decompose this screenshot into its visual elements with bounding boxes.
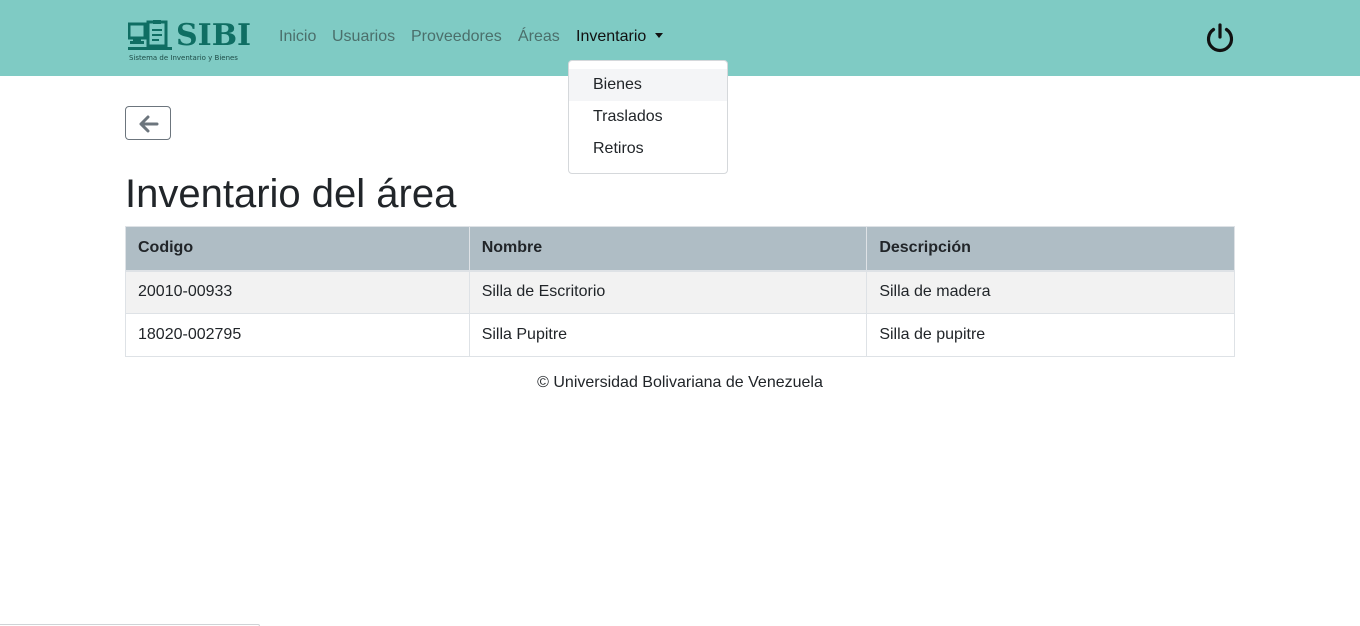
- table-header-row: Codigo Nombre Descripción: [125, 226, 1235, 272]
- caret-down-icon: [655, 33, 664, 38]
- table-row: 20010-00933 Silla de Escritorio Silla de…: [125, 270, 1235, 314]
- column-header-descripcion: Descripción: [866, 226, 1235, 272]
- cell-codigo: 18020-002795: [125, 313, 470, 357]
- footer-copyright: © Universidad Bolivariana de Venezuela: [537, 374, 823, 391]
- brand-subtitle: Sistema de Inventario y Bienes: [129, 54, 238, 62]
- power-icon[interactable]: [1203, 21, 1237, 55]
- table-row: 18020-002795 Silla Pupitre Silla de pupi…: [125, 313, 1235, 357]
- monitor-logo-icon: [128, 20, 172, 50]
- brand-logo[interactable]: SIBI Sistema de Inventario y Bienes: [128, 18, 256, 64]
- nav-link-inventario-label: Inventario: [576, 28, 647, 45]
- nav-link-inicio[interactable]: Inicio: [279, 26, 316, 48]
- nav-link-areas[interactable]: Áreas: [518, 26, 560, 48]
- cell-codigo: 20010-00933: [125, 270, 470, 314]
- column-header-codigo: Codigo: [125, 226, 470, 272]
- cell-nombre: Silla Pupitre: [468, 313, 868, 357]
- dropdown-item-retiros[interactable]: Retiros: [569, 133, 727, 165]
- inventory-table: Codigo Nombre Descripción 20010-00933 Si…: [125, 226, 1235, 357]
- column-header-nombre: Nombre: [468, 226, 868, 272]
- page-title: Inventario del área: [125, 172, 457, 216]
- inventario-dropdown-menu: Bienes Traslados Retiros: [568, 60, 728, 174]
- back-button[interactable]: [125, 106, 171, 140]
- brand-title: SIBI: [176, 18, 252, 53]
- nav-link-usuarios[interactable]: Usuarios: [332, 26, 395, 48]
- nav-link-proveedores[interactable]: Proveedores: [411, 26, 502, 48]
- dropdown-item-bienes[interactable]: Bienes: [569, 69, 727, 101]
- nav-dropdown-inventario[interactable]: Inventario: [576, 26, 664, 48]
- dropdown-item-traslados[interactable]: Traslados: [569, 101, 727, 133]
- arrow-left-icon: [139, 115, 159, 133]
- cell-descripcion: Silla de pupitre: [866, 313, 1235, 357]
- cell-descripcion: Silla de madera: [866, 270, 1235, 314]
- cell-nombre: Silla de Escritorio: [468, 270, 868, 314]
